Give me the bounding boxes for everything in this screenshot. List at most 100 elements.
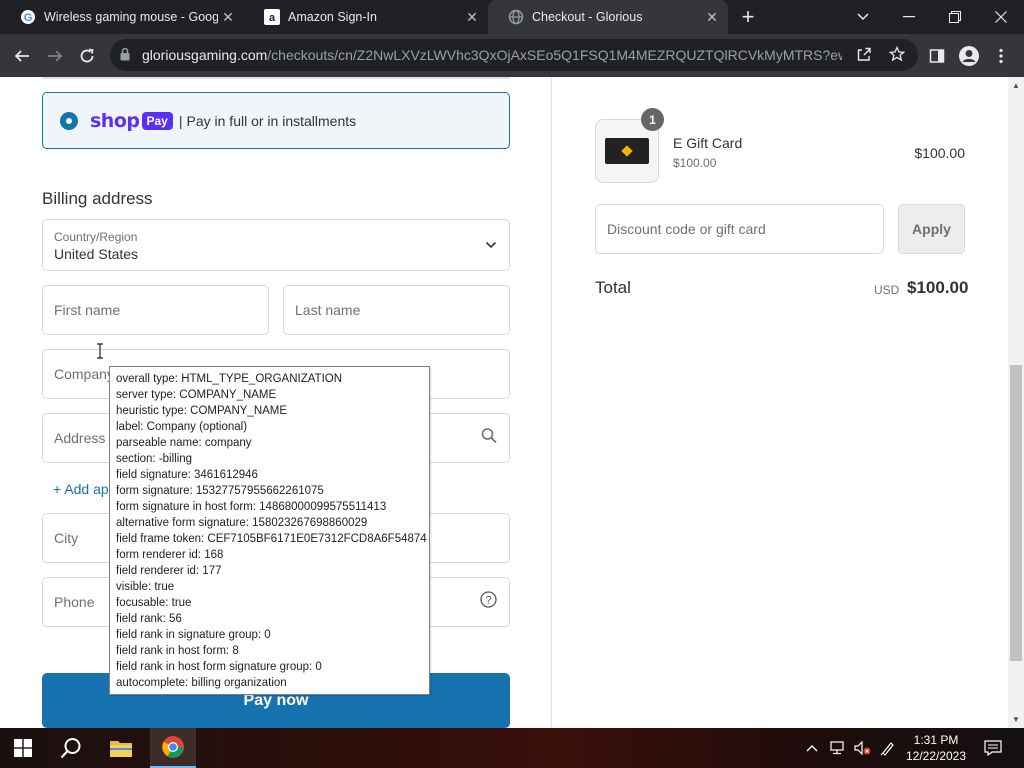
tab-amazon[interactable]: a Amazon Sign-In ✕ [244,0,488,34]
tooltip-line: overall type: HTML_TYPE_ORGANIZATION [116,373,343,385]
separator: | [178,112,183,129]
total-label: Total [595,278,631,297]
gift-card-image [605,138,649,164]
product-name: E Gift Card [673,135,743,151]
address-bar[interactable]: gloriousgaming.com/checkouts/cn/Z2NwLXVz… [110,39,918,71]
scroll-up-icon[interactable]: ▲ [1008,81,1024,90]
country-label: Country/Region [54,230,138,244]
restore-icon[interactable] [932,0,978,34]
shop-pay-label: Pay in full or in installments [186,112,357,129]
shop-pay-radio[interactable] [60,111,78,130]
tooltip-line: visible: true [116,581,175,593]
first-name-field[interactable]: First name [42,285,269,335]
minimize-icon[interactable] [886,0,932,34]
profile-avatar-icon[interactable] [954,41,984,71]
forward-icon[interactable] [40,41,70,71]
svg-text:a: a [269,12,276,24]
close-window-icon[interactable] [978,0,1024,34]
checkout-page: shop Pay | Pay in full or in installment… [0,77,1024,728]
clock-date: 12/22/2023 [905,749,967,763]
tooltip-line: heuristic type: COMPANY_NAME [116,405,288,417]
tab-search-icon[interactable] [840,0,886,34]
notifications-icon[interactable] [984,728,1002,768]
tooltip-line: form renderer id: 168 [116,549,224,561]
tab-close-icon[interactable]: ✕ [702,9,722,26]
shop-logo: shop [90,109,140,132]
volume-muted-icon[interactable] [854,728,872,768]
tooltip-line: field signature: 3461612946 [116,469,258,481]
tab-strip: G Wireless gaming mouse - Google ✕ a Ama… [0,0,1024,34]
scroll-down-icon[interactable]: ▼ [1008,715,1024,724]
add-apartment-link[interactable]: + Add ap [53,481,109,497]
windows-taskbar: 1:31 PM 12/22/2023 [0,728,1024,768]
tooltip-line: label: Company (optional) [116,421,248,433]
pay-badge: Pay [141,111,173,130]
bookmark-star-icon[interactable] [888,45,906,67]
address-placeholder: Address [54,430,106,446]
discount-code-input[interactable]: Discount code or gift card [595,204,884,254]
start-windows-icon[interactable] [0,728,46,768]
shop-pay-option[interactable]: shop Pay | Pay in full or in installment… [42,92,510,149]
scrollbar-thumb[interactable] [1010,365,1022,661]
tooltip-line: section: -billing [116,453,193,465]
apply-button[interactable]: Apply [898,204,965,254]
amazon-icon: a [264,9,280,25]
phone-placeholder: Phone [54,594,95,610]
url-text: gloriousgaming.com/checkouts/cn/Z2NwLXVz… [142,47,842,63]
new-tab-icon[interactable]: + [736,3,760,31]
share-icon[interactable] [856,46,872,67]
search-taskbar-icon[interactable] [48,728,94,768]
product-unit-price: $100.00 [673,156,717,170]
file-explorer-icon[interactable] [98,728,144,768]
browser-toolbar: gloriousgaming.com/checkouts/cn/Z2NwLXVz… [0,34,1024,77]
tooltip-line: server type: COMPANY_NAME [116,389,277,401]
help-circle-icon[interactable]: ? [480,591,497,613]
chrome-taskbar-icon[interactable] [150,728,196,768]
show-hidden-icons-icon[interactable] [806,728,822,768]
tab-title: Checkout - Glorious [532,10,643,24]
country-select[interactable]: Country/Region United States [42,219,510,271]
lock-icon[interactable] [120,47,130,66]
text-cursor-icon [97,343,103,359]
product-price: $100.00 [914,145,965,161]
system-clock[interactable]: 1:31 PM 12/22/2023 [900,732,972,764]
company-placeholder: Company [54,366,114,382]
globe-icon [508,9,524,25]
total-currency: USD [874,283,900,297]
tab-title: Wireless gaming mouse - Google [44,10,218,24]
tab-checkout[interactable]: Checkout - Glorious ✕ [488,0,728,34]
tooltip-line: field rank: 56 [116,613,182,625]
tab-close-icon[interactable]: ✕ [462,9,482,26]
first-name-placeholder: First name [54,302,121,318]
tab-title: Amazon Sign-In [288,10,377,24]
tooltip-line: field rank in signature group: 0 [116,629,271,641]
city-placeholder: City [54,530,79,546]
chevron-down-icon [485,236,497,254]
tooltip-line: autocomplete: billing organization [116,677,287,689]
tooltip-line: field rank in host form: 8 [116,645,239,657]
reload-icon[interactable] [72,41,102,71]
search-icon [481,428,497,449]
side-panel-icon[interactable] [922,41,952,71]
tab-google-search[interactable]: G Wireless gaming mouse - Google ✕ [0,0,244,34]
menu-kebab-icon[interactable] [986,41,1016,71]
tab-close-icon[interactable]: ✕ [218,9,238,26]
checkout-form-column: shop Pay | Pay in full or in installment… [0,77,552,728]
pen-ink-icon[interactable] [880,728,898,768]
page-scrollbar[interactable]: ▲ ▼ [1008,77,1024,728]
last-name-field[interactable]: Last name [283,285,510,335]
svg-text:G: G [24,12,33,24]
country-value: United States [54,246,139,262]
tooltip-line: field rank in host form signature group:… [116,661,322,673]
divider [42,77,510,79]
discount-placeholder: Discount code or gift card [607,221,766,237]
billing-address-title: Billing address [42,189,153,208]
tooltip-line: form signature: 15327757955662261075 [116,485,324,497]
tooltip-line: alternative form signature: 158023267698… [116,517,368,529]
network-icon[interactable] [830,728,848,768]
svg-text:?: ? [485,595,491,607]
back-icon[interactable] [7,41,37,71]
url-host: gloriousgaming.com [142,47,268,63]
order-summary-column: 1 E Gift Card $100.00 $100.00 Discount c… [553,77,1008,728]
autofill-debug-tooltip: overall type: HTML_TYPE_ORGANIZATIONserv… [109,366,430,695]
